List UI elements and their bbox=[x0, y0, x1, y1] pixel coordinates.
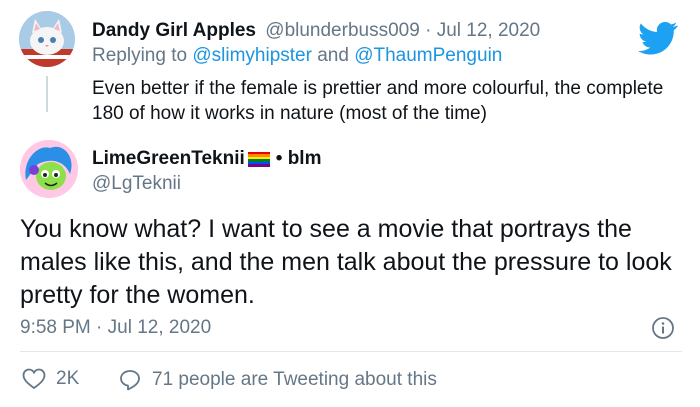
name-suffix: • blm bbox=[275, 148, 322, 169]
parent-date[interactable]: Jul 12, 2020 bbox=[437, 20, 541, 41]
tweeting-about-text: 71 people are Tweeting about this bbox=[152, 369, 437, 390]
comment-bubble-icon bbox=[120, 370, 140, 391]
tweeting-about-button[interactable]: 71 people are Tweeting about this bbox=[118, 368, 437, 392]
info-icon[interactable] bbox=[651, 316, 675, 340]
main-author[interactable]: LimeGreenTeknii • blm bbox=[92, 148, 321, 170]
heart-icon bbox=[22, 368, 46, 390]
divider bbox=[20, 351, 682, 352]
parent-handle[interactable]: @blunderbuss009 bbox=[265, 20, 420, 41]
reply-prefix: Replying to bbox=[92, 45, 188, 66]
rainbow-flag-icon bbox=[247, 151, 270, 167]
like-button[interactable]: 2K bbox=[22, 368, 79, 390]
avatar[interactable] bbox=[19, 11, 75, 67]
main-display-name[interactable]: LimeGreenTeknii bbox=[92, 148, 245, 170]
mention-link[interactable]: @slimyhipster bbox=[192, 45, 312, 66]
cat-avatar-icon bbox=[19, 11, 75, 67]
main-tweet-text: You know what? I want to see a movie tha… bbox=[20, 215, 672, 309]
parent-tweet-text: Even better if the female is prettier an… bbox=[92, 78, 664, 124]
parent-author[interactable]: Dandy Girl Apples @blunderbuss009 · Jul … bbox=[92, 20, 540, 42]
tweet-timestamp[interactable]: 9:58 PM · Jul 12, 2020 bbox=[20, 317, 211, 339]
replying-to: Replying to @slimyhipster and @ThaumPeng… bbox=[92, 45, 502, 67]
like-count: 2K bbox=[56, 368, 80, 389]
mention-link[interactable]: @ThaumPenguin bbox=[354, 45, 502, 66]
cartoon-avatar-icon bbox=[20, 140, 78, 198]
parent-display-name[interactable]: Dandy Girl Apples bbox=[92, 20, 256, 41]
twitter-bird-icon[interactable] bbox=[634, 18, 682, 58]
main-handle[interactable]: @LgTeknii bbox=[92, 173, 181, 195]
avatar[interactable] bbox=[20, 140, 78, 198]
thread-connector bbox=[46, 76, 48, 112]
reply-and: and bbox=[317, 45, 349, 66]
